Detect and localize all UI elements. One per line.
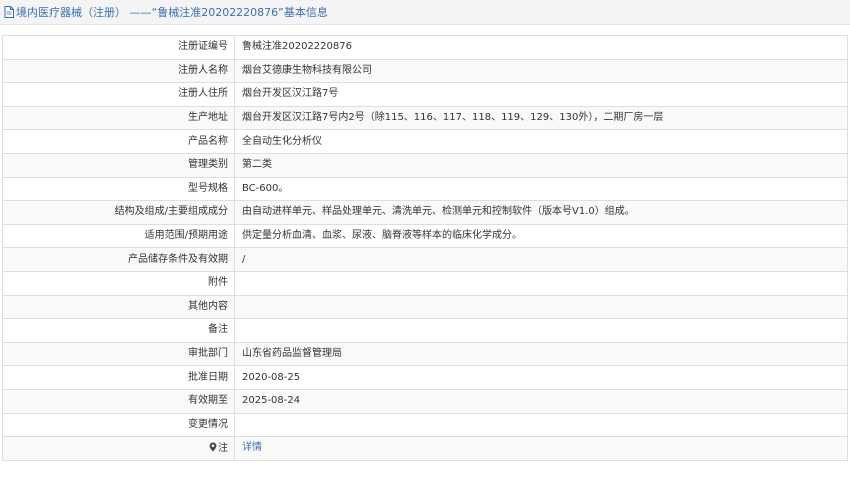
table-row: 产品储存条件及有效期 / [2, 247, 848, 272]
table-row: 变更情况 [2, 412, 848, 438]
row-label: 备注 [2, 318, 235, 343]
row-label: 注册人名称 [2, 58, 235, 84]
row-value: 2020-08-25 [234, 365, 848, 390]
page-header: 境内医疗器械（注册） ——“鲁械注准20202220876”基本信息 [0, 0, 850, 25]
row-value: 烟台开发区汉江路7号 [234, 82, 848, 107]
row-value: BC-600。 [234, 176, 848, 202]
table-row: 审批部门 山东省药品监督管理局 [2, 341, 848, 367]
row-value: 烟台艾德康生物科技有限公司 [234, 58, 848, 84]
row-label: 注册人住所 [2, 82, 235, 107]
row-value: 2025-08-24 [234, 388, 848, 414]
row-label: 其他内容 [2, 294, 235, 320]
table-row: 备注 [2, 318, 848, 343]
table-row: 批准日期 2020-08-25 [2, 365, 848, 390]
table-row: 产品名称 全自动生化分析仪 [2, 129, 848, 154]
row-value: 第二类 [234, 152, 848, 178]
row-label: 型号规格 [2, 176, 235, 202]
row-label: 有效期至 [2, 388, 235, 414]
note-label-cell: 注 [2, 436, 235, 461]
row-value [234, 270, 848, 296]
note-label: 注 [218, 442, 228, 454]
details-link[interactable]: 详情 [242, 442, 262, 453]
table-row-note: 注 详情 [2, 436, 848, 461]
note-value-cell: 详情 [234, 436, 848, 461]
row-value: 全自动生化分析仪 [234, 129, 848, 154]
row-value: 供定量分析血清、血浆、尿液、脑脊液等样本的临床化学成分。 [234, 223, 848, 249]
row-label: 结构及组成/主要组成成分 [2, 200, 235, 225]
table-row: 生产地址 烟台开发区汉江路7号内2号（除115、116、117、118、119、… [2, 105, 848, 131]
row-value: 由自动进样单元、样品处理单元、清洗单元、检测单元和控制软件（版本号V1.0）组成… [234, 200, 848, 225]
row-label: 附件 [2, 270, 235, 296]
document-icon [4, 6, 14, 18]
registration-info-table: 注册证编号 鲁械注准20202220876 注册人名称 烟台艾德康生物科技有限公… [2, 35, 848, 461]
location-pin-icon [209, 442, 217, 452]
row-label: 产品名称 [2, 129, 235, 154]
row-value: 山东省药品监督管理局 [234, 341, 848, 367]
page-title: 境内医疗器械（注册） ——“鲁械注准20202220876”基本信息 [16, 6, 328, 19]
row-label: 适用范围/预期用途 [2, 223, 235, 249]
row-value: 烟台开发区汉江路7号内2号（除115、116、117、118、119、129、1… [234, 105, 848, 131]
table-row: 其他内容 [2, 294, 848, 320]
row-label: 注册证编号 [2, 35, 235, 60]
table-row: 管理类别 第二类 [2, 152, 848, 178]
row-value [234, 294, 848, 320]
row-value: / [234, 247, 848, 272]
table-row: 附件 [2, 270, 848, 296]
table-row: 适用范围/预期用途 供定量分析血清、血浆、尿液、脑脊液等样本的临床化学成分。 [2, 223, 848, 249]
table-row: 注册证编号 鲁械注准20202220876 [2, 35, 848, 60]
row-label: 变更情况 [2, 412, 235, 438]
row-label: 产品储存条件及有效期 [2, 247, 235, 272]
table-row: 结构及组成/主要组成成分 由自动进样单元、样品处理单元、清洗单元、检测单元和控制… [2, 200, 848, 225]
row-value: 鲁械注准20202220876 [234, 35, 848, 60]
row-label: 管理类别 [2, 152, 235, 178]
table-row: 注册人住所 烟台开发区汉江路7号 [2, 82, 848, 107]
table-row: 型号规格 BC-600。 [2, 176, 848, 202]
row-label: 批准日期 [2, 365, 235, 390]
table-row: 有效期至 2025-08-24 [2, 388, 848, 414]
row-value [234, 412, 848, 438]
table-row: 注册人名称 烟台艾德康生物科技有限公司 [2, 58, 848, 84]
row-label: 生产地址 [2, 105, 235, 131]
row-label: 审批部门 [2, 341, 235, 367]
row-value [234, 318, 848, 343]
